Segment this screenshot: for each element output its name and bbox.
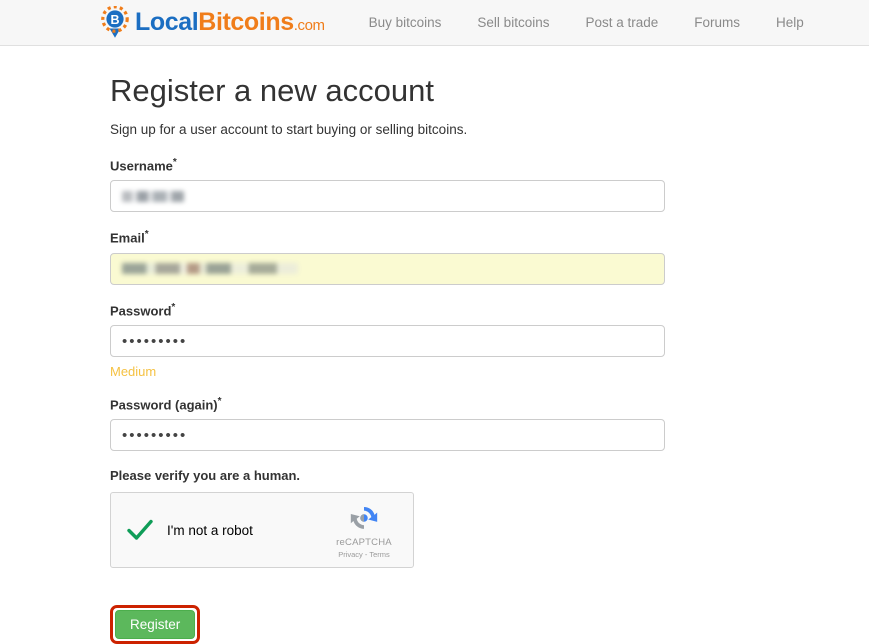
password-label: Password* bbox=[110, 302, 869, 318]
email-label: Email* bbox=[110, 229, 869, 245]
recaptcha-checkbox-text: I'm not a robot bbox=[167, 522, 253, 538]
password-again-required-marker: * bbox=[217, 396, 222, 408]
password-again-input[interactable]: ••••••••• bbox=[110, 419, 665, 452]
nav-item-forums[interactable]: Forums bbox=[676, 15, 758, 30]
brand-tld: .com bbox=[293, 17, 325, 34]
recaptcha-brand-name: reCAPTCHA bbox=[336, 537, 392, 549]
nav-item-sell-bitcoins[interactable]: Sell bitcoins bbox=[459, 15, 567, 30]
recaptcha-branding: reCAPTCHA Privacy - Terms bbox=[327, 501, 401, 559]
checkmark-icon[interactable] bbox=[125, 515, 155, 545]
recaptcha-legal-links[interactable]: Privacy - Terms bbox=[327, 550, 401, 560]
username-label: Username* bbox=[110, 157, 869, 173]
brand-wordmark: LocalBitcoins.com bbox=[135, 10, 325, 35]
password-label-text: Password bbox=[110, 303, 172, 319]
password-again-label-text: Password (again) bbox=[110, 397, 218, 413]
page-subtitle: Sign up for a user account to start buyi… bbox=[110, 122, 468, 138]
email-required-marker: * bbox=[144, 229, 149, 241]
brand-name-secondary: Bitcoins bbox=[198, 8, 294, 36]
username-form-group: Username* bbox=[110, 157, 869, 213]
password-again-label: Password (again)* bbox=[110, 396, 869, 412]
password-strength-indicator: Medium bbox=[110, 364, 157, 380]
captcha-instruction-label: Please verify you are a human. bbox=[110, 468, 301, 484]
page-title: Register a new account bbox=[110, 73, 434, 108]
nav-item-buy-bitcoins[interactable]: Buy bitcoins bbox=[351, 15, 460, 30]
password-required-marker: * bbox=[171, 301, 176, 313]
svg-text:B: B bbox=[110, 13, 119, 27]
password-input[interactable]: ••••••••• bbox=[110, 325, 665, 358]
username-input[interactable] bbox=[110, 180, 665, 213]
captcha-form-group: Please verify you are a human. I'm not a… bbox=[110, 468, 869, 569]
password-again-form-group: Password (again)* ••••••••• bbox=[110, 396, 869, 452]
password-value: ••••••••• bbox=[122, 332, 188, 350]
brand-name-primary: Local bbox=[135, 8, 199, 36]
username-required-marker: * bbox=[172, 157, 177, 169]
username-label-text: Username bbox=[110, 158, 173, 174]
site-header: B LocalBitcoins.com Buy bitcoins Sell bi… bbox=[0, 0, 869, 46]
email-label-text: Email bbox=[110, 230, 145, 246]
registration-page: Register a new account Sign up for a use… bbox=[0, 46, 869, 644]
email-form-group: Email* bbox=[110, 229, 869, 285]
brand-logo-link[interactable]: B LocalBitcoins.com bbox=[100, 4, 325, 40]
password-form-group: Password* ••••••••• Medium bbox=[110, 302, 869, 379]
localbitcoins-pin-icon: B bbox=[100, 4, 130, 40]
nav-item-post-a-trade[interactable]: Post a trade bbox=[567, 15, 676, 30]
username-value-redacted bbox=[122, 190, 184, 202]
email-input[interactable] bbox=[110, 252, 665, 285]
nav-item-help[interactable]: Help bbox=[758, 15, 822, 30]
recaptcha-widget[interactable]: I'm not a robot reCAPTCHA Privacy - Term… bbox=[110, 492, 414, 569]
password-again-value: ••••••••• bbox=[122, 426, 188, 444]
recaptcha-circular-arrows-icon bbox=[347, 501, 381, 535]
main-navigation: Buy bitcoins Sell bitcoins Post a trade … bbox=[351, 15, 822, 30]
email-value-redacted bbox=[122, 263, 298, 275]
